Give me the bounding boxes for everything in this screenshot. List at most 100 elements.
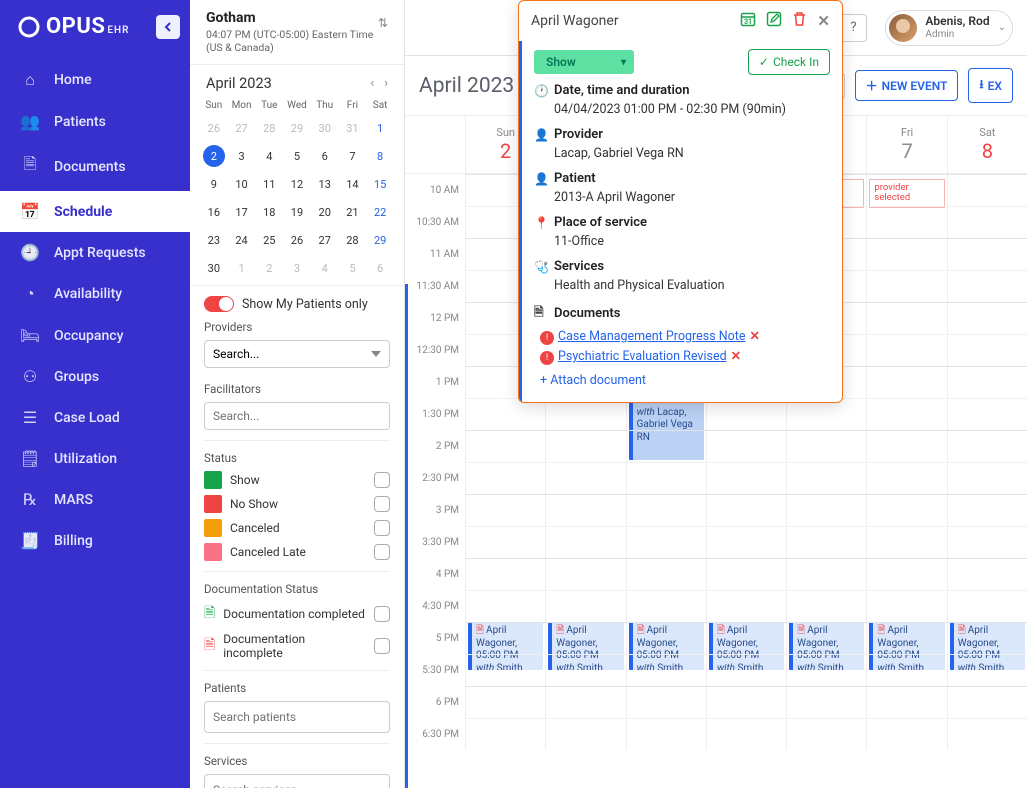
mini-cal-day[interactable]: 12 [283, 173, 311, 195]
mini-cal-day[interactable]: 27 [228, 117, 256, 139]
location-header[interactable]: Gotham 04:07 PM (UTC-05:00) Eastern Time… [190, 0, 404, 65]
user-menu[interactable]: Abenis, Rod Admin ⌄ [885, 10, 1013, 46]
mini-cal-day[interactable]: 8 [366, 145, 394, 167]
nav-item-mars[interactable]: ℞MARS [0, 479, 190, 520]
export-button[interactable]: ⭳EX [968, 68, 1013, 103]
mini-cal-day[interactable]: 17 [228, 201, 256, 223]
mini-cal-day[interactable]: 1 [228, 257, 256, 279]
calendar-event[interactable]: 🗎April Wagoner, 05:00 PMwith Smith, [709, 622, 784, 670]
edit-icon[interactable] [766, 11, 782, 31]
mini-cal-day[interactable]: 11 [255, 173, 283, 195]
mini-cal-prev-icon[interactable]: ‹ [370, 76, 374, 91]
remove-doc-icon[interactable]: ✕ [750, 329, 760, 344]
mini-cal-day[interactable]: 3 [228, 145, 256, 167]
calendar-title: April 2023 ( [419, 74, 527, 98]
calendar-event[interactable]: 🗎April Wagoner, 05:00 PMwith Smith, [548, 622, 623, 670]
calendar-event[interactable]: 🗎April Wagoner, 05:00 PMwith Smith, [950, 622, 1025, 670]
mini-cal-day[interactable]: 15 [366, 173, 394, 195]
nav-item-documents[interactable]: 🗎Documents [0, 142, 190, 191]
mini-cal-day[interactable]: 10 [228, 173, 256, 195]
mini-cal-day[interactable]: 27 [311, 229, 339, 251]
week-day-header[interactable]: Sat8 [947, 116, 1027, 173]
mini-cal-day[interactable]: 20 [311, 201, 339, 223]
mini-cal-day[interactable]: 9 [200, 173, 228, 195]
mini-cal-next-icon[interactable]: › [384, 76, 388, 91]
mini-cal-day[interactable]: 2 [255, 257, 283, 279]
mini-cal-day[interactable]: 2 [203, 145, 225, 167]
mini-cal-day[interactable]: 29 [283, 117, 311, 139]
nav-item-schedule[interactable]: 📅Schedule [0, 191, 190, 232]
status-checkbox[interactable] [374, 496, 390, 512]
mini-cal-day[interactable]: 23 [200, 229, 228, 251]
mini-cal-day[interactable]: 21 [339, 201, 367, 223]
mini-cal-day[interactable]: 14 [339, 173, 367, 195]
nav-item-home[interactable]: ⌂Home [0, 59, 190, 101]
mini-cal-day[interactable]: 29 [366, 229, 394, 251]
calendar-event[interactable]: 🗎April Wagoner, 05:00 PMwith Smith, [468, 622, 543, 670]
document-link-1[interactable]: Case Management Progress Note [558, 329, 746, 344]
nav-collapse-button[interactable] [156, 15, 180, 39]
mini-cal-day[interactable]: 26 [200, 117, 228, 139]
nav-icon: 🗎 [20, 153, 40, 180]
help-button[interactable]: ? [839, 14, 867, 42]
delete-icon[interactable] [792, 11, 807, 31]
mini-cal-day[interactable]: 24 [228, 229, 256, 251]
mini-cal-day[interactable]: 5 [283, 145, 311, 167]
status-checkbox[interactable] [374, 472, 390, 488]
mini-cal-day[interactable]: 18 [255, 201, 283, 223]
close-icon[interactable]: ✕ [817, 12, 830, 30]
doc-status-checkbox[interactable] [374, 606, 390, 622]
mini-cal-day[interactable]: 22 [366, 201, 394, 223]
doc-status-checkbox[interactable] [374, 638, 390, 654]
mini-cal-day[interactable]: 28 [255, 117, 283, 139]
mini-cal-day[interactable]: 5 [339, 257, 367, 279]
status-checkbox[interactable] [374, 544, 390, 560]
new-event-button[interactable]: ＋NEW EVENT [855, 70, 959, 101]
nav-item-patients[interactable]: 👥Patients [0, 101, 190, 142]
patients-search[interactable] [204, 701, 390, 733]
mini-cal-day[interactable]: 30 [311, 117, 339, 139]
mini-cal-day[interactable]: 6 [311, 145, 339, 167]
nav-item-case-load[interactable]: ☰Case Load [0, 397, 190, 438]
patients-label: Patients [204, 681, 390, 695]
mini-cal-day[interactable]: 16 [200, 201, 228, 223]
week-day-header[interactable]: Fri7 [866, 116, 946, 173]
nav-item-availability[interactable]: ◔Availability [0, 273, 190, 315]
show-my-patients-toggle[interactable] [204, 296, 234, 312]
services-search[interactable] [204, 774, 390, 788]
mini-cal-day[interactable]: 19 [283, 201, 311, 223]
mini-cal-day[interactable]: 30 [200, 257, 228, 279]
nav-item-billing[interactable]: 🧾Billing [0, 520, 190, 561]
providers-search[interactable]: Search... [204, 340, 390, 368]
mini-cal-day[interactable]: 26 [283, 229, 311, 251]
mini-cal-day[interactable]: 13 [311, 173, 339, 195]
check-in-button[interactable]: ✓ Check In [748, 49, 830, 75]
mini-cal-dow: Sat [366, 100, 394, 111]
calendar-event[interactable]: 🗎April Wagoner, 05:00 PMwith Smith, [869, 622, 944, 670]
facilitators-search[interactable] [204, 402, 390, 430]
nav-item-occupancy[interactable]: 🛏Occupancy [0, 315, 190, 356]
remove-doc-icon[interactable]: ✕ [731, 349, 741, 364]
mini-cal-day[interactable]: 6 [366, 257, 394, 279]
mini-cal-day[interactable]: 7 [339, 145, 367, 167]
mini-cal-day[interactable]: 31 [339, 117, 367, 139]
status-dropdown[interactable]: Show▾ [534, 50, 634, 74]
location-dropdown-icon[interactable]: ⇅ [378, 16, 388, 30]
calendar-event[interactable]: 🗎April Wagoner, 05:00 PMwith Smith, [789, 622, 864, 670]
nav-item-appt-requests[interactable]: 🕘Appt Requests [0, 232, 190, 273]
mini-cal-day[interactable]: 4 [311, 257, 339, 279]
mini-cal-day[interactable]: 4 [255, 145, 283, 167]
mini-cal-day[interactable]: 1 [366, 117, 394, 139]
mini-cal-day[interactable]: 25 [255, 229, 283, 251]
calendar-event[interactable]: 🗎April Wagoner, 05:00 PMwith Smith, [629, 622, 704, 670]
status-filter-row: Canceled [204, 519, 390, 537]
nav-item-groups[interactable]: ⚇Groups [0, 356, 190, 397]
mini-cal-day[interactable]: 28 [339, 229, 367, 251]
document-link-2[interactable]: Psychiatric Evaluation Revised [558, 349, 727, 364]
status-checkbox[interactable] [374, 520, 390, 536]
nav-item-utilization[interactable]: 🗒Utilization [0, 438, 190, 479]
attach-document-link[interactable]: + Attach document [534, 367, 830, 388]
mini-cal-day[interactable]: 3 [283, 257, 311, 279]
reschedule-icon[interactable]: 31 [740, 11, 756, 31]
status-label: Canceled [230, 521, 280, 535]
